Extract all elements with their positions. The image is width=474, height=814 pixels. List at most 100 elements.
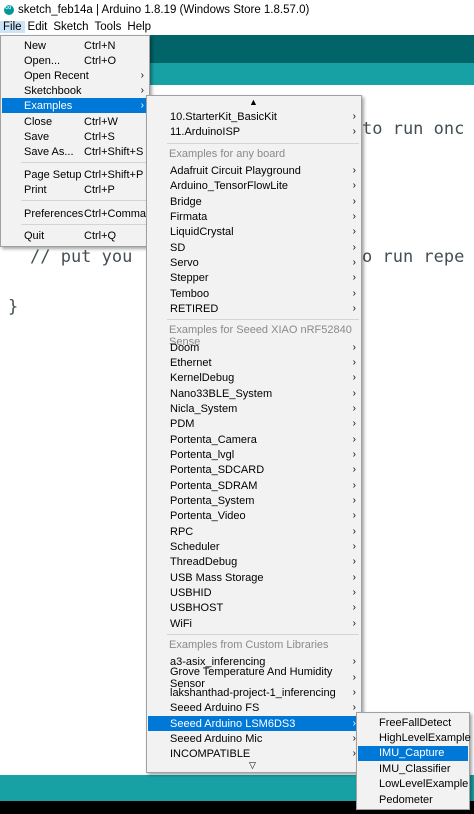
arduino-logo-icon — [4, 2, 14, 15]
menu-item-label: USBHOST — [170, 601, 224, 614]
example-seeed-arduino-fs[interactable]: Seeed Arduino FS › — [148, 700, 360, 715]
chevron-right-icon: › — [352, 257, 356, 268]
menu-item-print[interactable]: Print Ctrl+P — [2, 182, 148, 197]
menu-item-label: Seeed Arduino Mic — [170, 732, 263, 745]
example-temboo[interactable]: Temboo › — [148, 286, 360, 301]
example-portenta-camera[interactable]: Portenta_Camera › — [148, 432, 360, 447]
example-seeed-arduino-mic[interactable]: Seeed Arduino Mic › — [148, 731, 360, 746]
example-scheduler[interactable]: Scheduler › — [148, 539, 360, 554]
menu-separator — [167, 634, 359, 635]
scroll-up-icon[interactable]: ▲ — [249, 97, 258, 107]
menu-item-open[interactable]: Open... Ctrl+O — [2, 53, 148, 68]
example-stepper[interactable]: Stepper › — [148, 270, 360, 285]
example-firmata[interactable]: Firmata › — [148, 209, 360, 224]
menu-item-examples[interactable]: Examples › — [2, 98, 148, 113]
example-pedometer[interactable]: Pedometer — [358, 792, 468, 807]
example-portenta-system[interactable]: Portenta_System › — [148, 493, 360, 508]
menu-item-label: Stepper — [170, 271, 209, 284]
example-rpc[interactable]: RPC › — [148, 524, 360, 539]
example-grove-temperature-and-humidity-sensor[interactable]: Grove Temperature And Humidity Sensor › — [148, 666, 360, 690]
chevron-right-icon: › — [352, 226, 356, 237]
menu-item-label: RPC — [170, 525, 194, 538]
example-bridge[interactable]: Bridge › — [148, 194, 360, 209]
menu-sketch[interactable]: Sketch — [50, 21, 91, 33]
example-doom[interactable]: Doom › — [148, 340, 360, 355]
menu-item-label: ThreadDebug — [170, 555, 238, 568]
example-arduino-tensorflowlite[interactable]: Arduino_TensorFlowLite › — [148, 178, 360, 193]
example-lakshanthad-project-1-inferencing[interactable]: lakshanthad-project-1_inferencing › — [148, 685, 360, 700]
menu-item-label: Adafruit Circuit Playground — [170, 164, 301, 177]
examples-submenu: ▲ ▽ 10.StarterKit_BasicKit › 11.ArduinoISP… — [146, 95, 362, 773]
example-retired[interactable]: RETIRED › — [148, 301, 360, 316]
example-portenta-sdcard[interactable]: Portenta_SDCARD › — [148, 462, 360, 477]
code-closing-brace: } — [8, 297, 19, 317]
chevron-right-icon: › — [352, 342, 356, 353]
menu-item-label: Portenta_SDCARD — [170, 463, 265, 476]
file-menu: New Ctrl+N Open... Ctrl+O Open Recent › Ske… — [0, 35, 150, 247]
example-usbhost[interactable]: USBHOST › — [148, 600, 360, 615]
menu-separator — [167, 143, 359, 144]
example-kerneldebug[interactable]: KernelDebug › — [148, 370, 360, 385]
menu-item-label: Portenta_SDRAM — [170, 479, 258, 492]
example-lowlevelexample[interactable]: LowLevelExample — [358, 777, 468, 792]
chevron-right-icon: › — [352, 449, 356, 460]
chevron-right-icon: › — [352, 418, 356, 429]
menu-item-label: Pedometer — [379, 793, 433, 806]
chevron-right-icon: › — [352, 180, 356, 191]
example-imu-capture[interactable]: IMU_Capture — [358, 745, 468, 761]
toolbar — [149, 35, 474, 63]
menu-item-save[interactable]: Save Ctrl+S — [2, 129, 148, 144]
example-incompatible[interactable]: INCOMPATIBLE › — [148, 746, 360, 761]
example-wifi[interactable]: WiFi › — [148, 616, 360, 631]
chevron-right-icon: › — [352, 541, 356, 552]
menu-item-save-as[interactable]: Save As... Ctrl+Shift+S — [2, 144, 148, 159]
tab-strip — [149, 63, 474, 85]
chevron-right-icon: › — [352, 480, 356, 491]
example-threaddebug[interactable]: ThreadDebug › — [148, 554, 360, 569]
scroll-down-icon[interactable]: ▽ — [249, 760, 256, 771]
menu-item-label: Ethernet — [170, 356, 212, 369]
example-sd[interactable]: SD › — [148, 240, 360, 255]
example-nano33ble-system[interactable]: Nano33BLE_System › — [148, 386, 360, 401]
menu-item-label: Nano33BLE_System — [170, 387, 273, 400]
menu-help[interactable]: Help — [124, 21, 154, 33]
example-11-arduinoisp[interactable]: 11.ArduinoISP › — [148, 124, 360, 139]
example-ethernet[interactable]: Ethernet › — [148, 355, 360, 370]
example-pdm[interactable]: PDM › — [148, 416, 360, 431]
menu-item-new[interactable]: New Ctrl+N — [2, 38, 148, 53]
chevron-right-icon: › — [352, 388, 356, 399]
menu-item-page-setup[interactable]: Page Setup Ctrl+Shift+P — [2, 167, 148, 182]
example-highlevelexample[interactable]: HighLevelExample — [358, 730, 471, 745]
example-liquidcrystal[interactable]: LiquidCrystal › — [148, 224, 360, 239]
menu-item-label: IMU_Capture — [379, 747, 445, 760]
example-nicla-system[interactable]: Nicla_System › — [148, 401, 360, 416]
menu-item-sketchbook[interactable]: Sketchbook › — [2, 83, 148, 98]
example-portenta-lvgl[interactable]: Portenta_lvgl › — [148, 447, 360, 462]
example-portenta-sdram[interactable]: Portenta_SDRAM › — [148, 478, 360, 493]
example-imu-classifier[interactable]: IMU_Classifier — [358, 761, 468, 776]
chevron-right-icon: › — [352, 196, 356, 207]
menu-separator — [167, 319, 359, 320]
menu-item-close[interactable]: Close Ctrl+W — [2, 114, 148, 129]
example-usb-mass-storage[interactable]: USB Mass Storage › — [148, 570, 360, 585]
menu-item-quit[interactable]: Quit Ctrl+Q — [2, 228, 148, 243]
example-servo[interactable]: Servo › — [148, 255, 360, 270]
example-portenta-video[interactable]: Portenta_Video › — [148, 508, 360, 523]
example-adafruit-circuit-playground[interactable]: Adafruit Circuit Playground › — [148, 163, 360, 178]
code-line-setup-comment: to run onc — [362, 119, 465, 139]
chevron-right-icon: › — [352, 556, 356, 567]
menu-edit[interactable]: Edit — [25, 21, 51, 33]
code-line-loop-comment: // put you — [30, 247, 133, 267]
title-bar: sketch_feb14a | Arduino 1.8.19 (Windows … — [0, 0, 474, 19]
menu-file[interactable]: File — [0, 21, 25, 33]
example-seeed-arduino-lsm6ds3[interactable]: Seeed Arduino LSM6DS3 › — [148, 716, 360, 731]
example-usbhid[interactable]: USBHID › — [148, 585, 360, 600]
menu-item-label: Seeed Arduino LSM6DS3 — [170, 717, 296, 730]
menu-item-label: Portenta_Camera — [170, 433, 257, 446]
menu-item-open-recent[interactable]: Open Recent › — [2, 68, 148, 83]
menu-item-preferences[interactable]: Preferences Ctrl+Comma — [2, 206, 148, 221]
example-10-starterkit-basickit[interactable]: 10.StarterKit_BasicKit › — [148, 109, 360, 124]
chevron-right-icon: › — [140, 100, 144, 111]
example-freefalldetect[interactable]: FreeFallDetect — [358, 715, 468, 730]
menu-tools[interactable]: Tools — [92, 21, 125, 33]
